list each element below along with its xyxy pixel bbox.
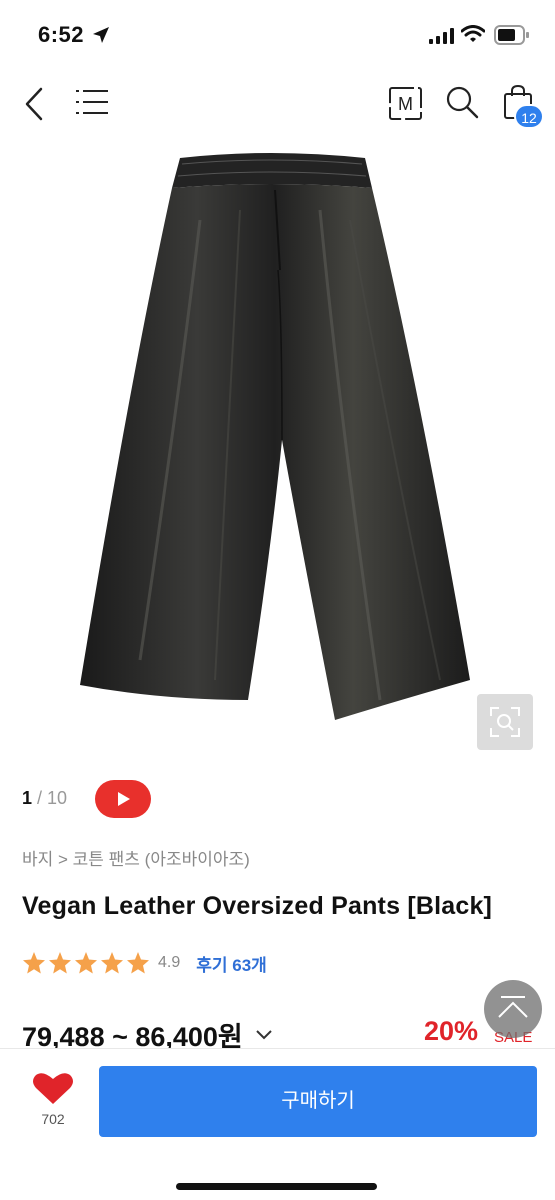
image-page-counter: 1 / 10 (22, 788, 67, 809)
discount-percent: 20% (424, 1016, 479, 1046)
star-icon (49, 952, 71, 974)
cellular-signal-icon (429, 28, 454, 44)
status-time: 6:52 (38, 22, 85, 47)
m-icon-label: M (398, 94, 413, 114)
arrow-up-icon (498, 996, 528, 1018)
rating-row: 4.9 후기 63개 (22, 950, 267, 976)
location-arrow-icon (93, 27, 109, 43)
chevron-down-icon[interactable] (255, 1029, 273, 1041)
star-icon (23, 952, 45, 974)
star-icon (127, 952, 149, 974)
bottom-action-bar: 702 구매하기 (0, 1048, 555, 1200)
top-navigation: M (0, 70, 555, 140)
star-icon (75, 952, 97, 974)
review-count-link[interactable]: 후기 63개 (196, 951, 267, 976)
page-separator: / (32, 788, 48, 808)
m-shop-icon[interactable]: M (389, 87, 422, 120)
menu-icon[interactable] (76, 88, 108, 116)
home-indicator (176, 1183, 377, 1190)
product-title: Vegan Leather Oversized Pants [Black] (22, 892, 493, 920)
like-button[interactable]: 702 (30, 1071, 76, 1133)
cart-count-badge: 12 (514, 104, 544, 129)
like-count: 702 (41, 1111, 65, 1127)
wifi-icon (461, 25, 485, 42)
back-chevron-icon[interactable] (22, 86, 46, 122)
zoom-icon (490, 707, 520, 737)
category-breadcrumb[interactable]: 바지 > 코튼 팬츠 (아조바이아조) (22, 845, 250, 870)
status-bar: 6:52 (0, 0, 555, 70)
search-icon[interactable] (445, 85, 479, 119)
star-icon (101, 952, 123, 974)
product-image[interactable] (0, 140, 555, 755)
video-play-button[interactable] (95, 780, 151, 818)
heart-icon (33, 1073, 73, 1104)
scroll-to-top-button[interactable] (484, 980, 542, 1038)
buy-button[interactable]: 구매하기 (99, 1066, 537, 1137)
play-icon (118, 792, 130, 806)
zoom-button[interactable] (477, 694, 533, 750)
rating-value: 4.9 (158, 954, 181, 971)
page-total: 10 (47, 788, 68, 808)
page-current: 1 (22, 788, 33, 808)
battery-icon (494, 25, 529, 45)
